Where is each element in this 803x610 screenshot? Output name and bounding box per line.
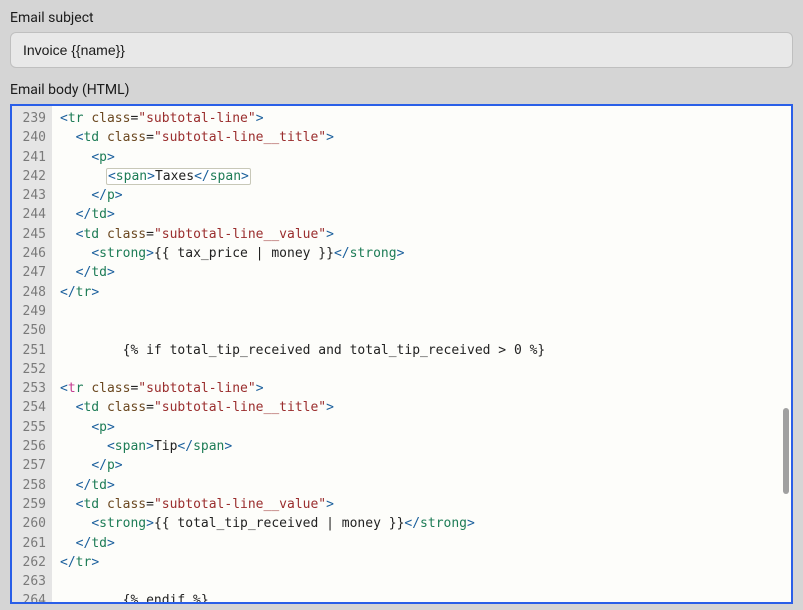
editor-line-gutter: 2392402412422432442452462472482492502512… xyxy=(12,106,52,602)
email-body-editor[interactable]: 2392402412422432442452462472482492502512… xyxy=(10,104,793,604)
editor-code-area[interactable]: <tr class="subtotal-line"> <td class="su… xyxy=(52,106,777,602)
editor-scrollbar-thumb[interactable] xyxy=(783,408,789,494)
email-body-label: Email body (HTML) xyxy=(10,82,793,98)
email-subject-label: Email subject xyxy=(10,10,793,26)
editor-scrollbar[interactable] xyxy=(779,106,789,602)
email-subject-input[interactable] xyxy=(10,32,793,68)
